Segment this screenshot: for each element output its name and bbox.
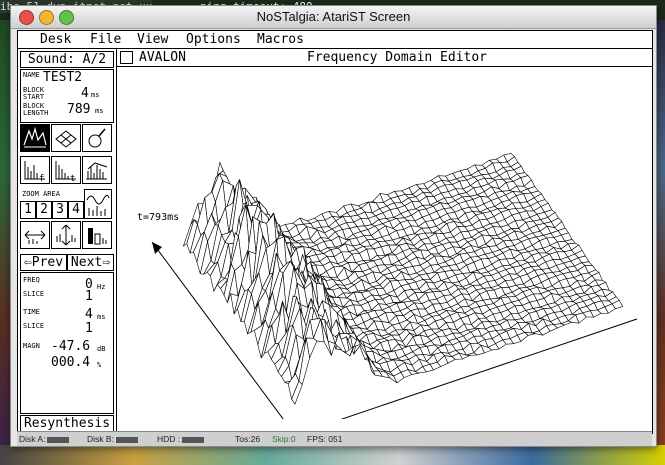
surface-mesh: [182, 153, 624, 405]
magnitude-label: MAGN: [23, 342, 40, 350]
zoom-area-1-button[interactable]: 1: [20, 201, 36, 219]
next-button[interactable]: Next⇨: [67, 254, 114, 271]
slice-label: SLICE: [23, 322, 45, 330]
time-label: TIME: [23, 308, 40, 316]
block-start-unit: ms: [91, 91, 100, 99]
zoom-area-2-button[interactable]: 2: [36, 201, 52, 219]
block-start-value: 4: [81, 86, 89, 101]
frame-skip: Skip:0: [272, 434, 296, 444]
zoom-area-4-button[interactable]: 4: [68, 201, 84, 219]
name-label: NAME: [23, 71, 40, 79]
st-menubar: Desk File View Options Macros: [18, 31, 652, 49]
resynthesis-button[interactable]: Resynthesis: [20, 415, 114, 432]
tos-version: Tos:26: [235, 434, 261, 444]
svg-text:t: t: [70, 174, 75, 183]
zoom-area-label: ZOOM AREA: [22, 190, 60, 198]
tool-hand-icon[interactable]: [82, 124, 112, 152]
freq-graph-icon[interactable]: f: [20, 156, 50, 184]
block-info-box: NAME TEST2 BLOCK START 4 ms BLOCK LENGTH…: [20, 69, 114, 123]
zoom-wave-icon[interactable]: [84, 189, 112, 219]
shift-left-right-icon[interactable]: [20, 221, 50, 249]
emulator-window: NoSTalgia: AtariST Screen Desk File View…: [10, 5, 657, 447]
slice-value: 1: [85, 321, 93, 336]
menu-desk[interactable]: Desk: [40, 32, 71, 47]
window-title: NoSTalgia: AtariST Screen: [256, 9, 411, 24]
block-length-unit: ms: [95, 107, 104, 115]
menu-file[interactable]: File: [90, 32, 121, 47]
editor-sound-name: AVALON: [139, 50, 186, 65]
window-titlebar: NoSTalgia: AtariST Screen: [11, 6, 656, 29]
menu-view[interactable]: View: [137, 32, 168, 47]
time-graph-icon[interactable]: t: [51, 156, 81, 184]
fps-counter: FPS: 051: [307, 434, 343, 444]
percent-value: 000.4: [51, 355, 91, 370]
atari-screen: Desk File View Options Macros Sound: A/2…: [17, 30, 653, 436]
menu-options[interactable]: Options: [186, 32, 241, 47]
percent-unit: %: [97, 361, 102, 369]
block-length-label: BLOCK LENGTH: [23, 102, 49, 117]
spectrum-wireframe: [151, 153, 638, 436]
time-unit: ms: [97, 313, 106, 321]
shift-up-down-icon[interactable]: [51, 221, 81, 249]
bars-icon[interactable]: [82, 221, 112, 249]
disk-b-status: Disk B:: [87, 434, 138, 444]
spectrum-3d-icon[interactable]: [20, 124, 50, 152]
waterfall-icon[interactable]: [82, 156, 112, 184]
time-axis-arrow: [152, 242, 162, 254]
name-value: TEST2: [43, 70, 83, 85]
magnitude-unit: dB: [97, 345, 106, 353]
wireframe-canvas-area[interactable]: t=793ms: [117, 67, 652, 436]
hdd-status: HDD :: [157, 434, 205, 444]
zoom-area-3-button[interactable]: 3: [52, 201, 68, 219]
readout-box: FREQ 0 Hz SLICE 1 TIME 4 ms SLICE 1 MAGN…: [20, 272, 114, 414]
frequency-editor-window: AVALON Frequency Domain Editor t=793ms: [117, 49, 652, 436]
sound-selector-button[interactable]: Sound: A/2: [20, 51, 114, 68]
emulator-status-bar: Disk A: Disk B: HDD : Tos:26 Skip:0 FPS:…: [17, 431, 652, 446]
bg-bottom-strip: [0, 445, 665, 465]
bg-left-strip: [0, 20, 10, 465]
slice-label: SLICE: [23, 290, 45, 298]
magnitude-value: -47.6: [51, 339, 91, 354]
menu-macros[interactable]: Macros: [257, 32, 304, 47]
editor-header: AVALON Frequency Domain Editor: [117, 49, 652, 67]
block-length-value: 789: [67, 102, 91, 117]
editor-title: Frequency Domain Editor: [307, 50, 488, 65]
time-axis-label: t=793ms: [137, 212, 180, 223]
freq-label: FREQ: [23, 276, 40, 284]
block-start-label: BLOCK START: [23, 86, 45, 101]
editor-close-box[interactable]: [120, 51, 133, 64]
wireframe-view-icon[interactable]: [51, 124, 81, 152]
svg-text:f: f: [39, 174, 44, 183]
disk-a-status: Disk A:: [19, 434, 70, 444]
slice-value: 1: [85, 289, 93, 304]
time-value: 4: [85, 307, 93, 322]
freq-unit: Hz: [97, 283, 106, 291]
control-panel: Sound: A/2 NAME TEST2 BLOCK START 4 ms B…: [18, 49, 117, 433]
prev-button[interactable]: ⇦Prev: [20, 254, 67, 271]
